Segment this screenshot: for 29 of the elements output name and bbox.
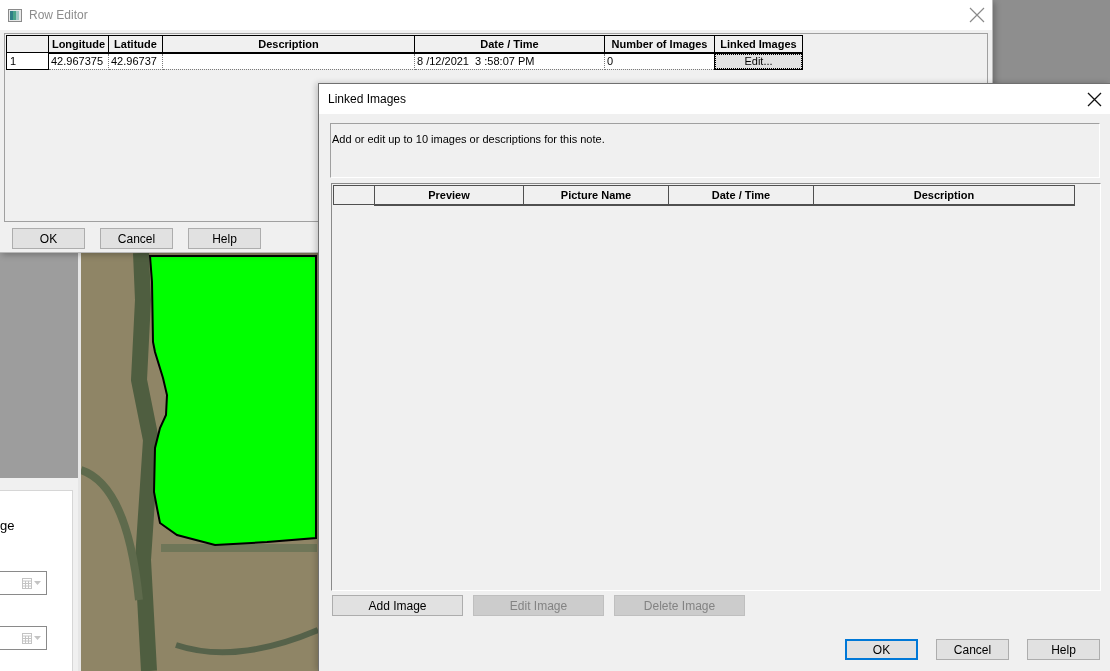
dialog-button[interactable]: Help — [1027, 639, 1100, 660]
column-header: Longitude — [48, 35, 109, 53]
image-action-button[interactable]: Add Image — [332, 595, 463, 616]
column-header: Preview — [374, 185, 524, 205]
window-icon — [8, 8, 22, 22]
calendar-icon — [22, 577, 32, 589]
caret-icon — [34, 581, 41, 585]
column-header: Date / Time — [668, 185, 814, 205]
close-icon — [969, 7, 985, 23]
close-button[interactable] — [1087, 91, 1102, 107]
dialog-button[interactable]: Help — [188, 228, 261, 249]
dialog-button[interactable]: Cancel — [936, 639, 1009, 660]
close-icon — [1087, 91, 1102, 107]
dialog-button[interactable]: Cancel — [100, 228, 173, 249]
column-header: Latitude — [108, 35, 163, 53]
column-header: Picture Name — [523, 185, 669, 205]
instructions-text: Add or edit up to 10 images or descriptions for this note. — [332, 133, 605, 145]
calendar-icon — [22, 632, 32, 644]
column-header: Description — [162, 35, 415, 53]
dialog-button[interactable]: OK — [845, 639, 918, 660]
caret-icon — [34, 636, 41, 640]
window-title: Row Editor — [29, 7, 88, 24]
column-header: Description — [813, 185, 1075, 205]
column-header: Number of Images — [604, 35, 715, 53]
column-header: Linked Images — [714, 35, 803, 53]
column-header: Date / Time — [414, 35, 605, 53]
form-label-text: ge — [0, 518, 15, 534]
window-title: Linked Images — [328, 91, 407, 108]
dialog-button[interactable]: OK — [12, 228, 85, 249]
